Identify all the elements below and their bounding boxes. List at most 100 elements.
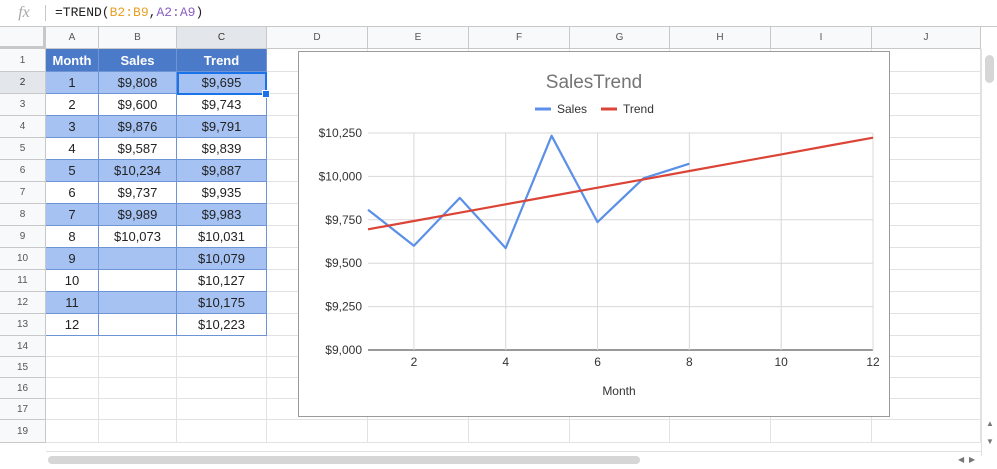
table-cell[interactable]: $9,743 (177, 94, 267, 116)
table-cell[interactable]: $10,234 (99, 160, 177, 182)
row-header-8[interactable]: 8 (0, 204, 46, 226)
table-cell[interactable]: $9,791 (177, 116, 267, 138)
table-cell[interactable]: $9,876 (99, 116, 177, 138)
empty-cell[interactable] (46, 336, 99, 357)
column-header-h[interactable]: H (670, 27, 771, 49)
empty-cell[interactable] (771, 420, 872, 443)
column-header-g[interactable]: G (570, 27, 670, 49)
empty-cell[interactable] (267, 420, 368, 443)
empty-cell[interactable] (99, 399, 177, 420)
scroll-down-icon[interactable]: ▼ (986, 437, 994, 446)
row-header-7[interactable]: 7 (0, 182, 46, 204)
table-cell[interactable]: 10 (46, 270, 99, 292)
table-cell[interactable]: 5 (46, 160, 99, 182)
vertical-scrollbar[interactable]: ▲ ▼ (981, 49, 997, 456)
table-cell[interactable]: $9,808 (99, 72, 177, 94)
table-cell[interactable]: $9,587 (99, 138, 177, 160)
table-cell[interactable]: $10,127 (177, 270, 267, 292)
table-header-cell[interactable]: Month (46, 49, 99, 72)
row-header-2[interactable]: 2 (0, 72, 46, 94)
table-cell[interactable]: $9,737 (99, 182, 177, 204)
empty-cell[interactable] (177, 378, 267, 399)
empty-cell[interactable] (46, 357, 99, 378)
table-cell[interactable] (99, 292, 177, 314)
table-cell[interactable]: $9,935 (177, 182, 267, 204)
empty-cell[interactable] (670, 420, 771, 443)
fill-handle[interactable] (262, 90, 270, 98)
series-line-trend[interactable] (367, 136, 874, 231)
table-cell[interactable]: 12 (46, 314, 99, 336)
vertical-scroll-thumb[interactable] (985, 55, 994, 83)
empty-cell[interactable] (46, 420, 99, 443)
horizontal-scroll-thumb[interactable] (48, 456, 640, 464)
empty-cell[interactable] (177, 357, 267, 378)
scroll-right-icon[interactable]: ▶ (969, 455, 975, 464)
empty-cell[interactable] (177, 336, 267, 357)
row-header-4[interactable]: 4 (0, 116, 46, 138)
table-cell[interactable]: 1 (46, 72, 99, 94)
row-header-13[interactable]: 13 (0, 314, 46, 336)
table-cell[interactable]: $10,079 (177, 248, 267, 270)
table-cell[interactable]: $9,839 (177, 138, 267, 160)
scroll-up-icon[interactable]: ▲ (986, 419, 994, 428)
table-cell[interactable]: 7 (46, 204, 99, 226)
horizontal-scrollbar[interactable]: ◀ ▶ (46, 451, 981, 469)
empty-cell[interactable] (872, 420, 981, 443)
select-all-corner[interactable] (0, 27, 46, 49)
table-cell[interactable]: $9,695 (177, 72, 267, 94)
column-header-c[interactable]: C (177, 27, 267, 49)
row-header-15[interactable]: 15 (0, 357, 46, 378)
row-header-5[interactable]: 5 (0, 138, 46, 160)
table-cell[interactable]: $10,031 (177, 226, 267, 248)
table-cell[interactable]: $10,073 (99, 226, 177, 248)
row-header-9[interactable]: 9 (0, 226, 46, 248)
row-header-1[interactable]: 1 (0, 49, 46, 72)
row-header-10[interactable]: 10 (0, 248, 46, 270)
empty-cell[interactable] (99, 336, 177, 357)
table-header-cell[interactable]: Sales (99, 49, 177, 72)
table-cell[interactable]: 9 (46, 248, 99, 270)
formula-input[interactable]: =TREND(B2:B9,A2:A9) (55, 5, 203, 21)
column-header-i[interactable]: I (771, 27, 872, 49)
table-cell[interactable] (99, 270, 177, 292)
series-line-sales[interactable] (367, 134, 690, 250)
table-cell[interactable] (99, 314, 177, 336)
row-header-17[interactable]: 17 (0, 399, 46, 420)
empty-cell[interactable] (99, 378, 177, 399)
column-header-e[interactable]: E (368, 27, 469, 49)
column-header-f[interactable]: F (469, 27, 570, 49)
table-cell[interactable]: $10,223 (177, 314, 267, 336)
empty-cell[interactable] (46, 399, 99, 420)
table-cell[interactable]: 8 (46, 226, 99, 248)
table-cell[interactable]: 11 (46, 292, 99, 314)
row-header-19[interactable]: 19 (0, 420, 46, 443)
row-header-14[interactable]: 14 (0, 336, 46, 357)
table-cell[interactable]: $10,175 (177, 292, 267, 314)
empty-cell[interactable] (469, 420, 570, 443)
sales-trend-chart[interactable]: SalesTrend Sales Trend $9,000 $9,250 $9,50… (298, 51, 890, 417)
empty-cell[interactable] (177, 420, 267, 443)
table-header-cell[interactable]: Trend (177, 49, 267, 72)
table-cell[interactable]: $9,600 (99, 94, 177, 116)
column-header-a[interactable]: A (46, 27, 99, 49)
empty-cell[interactable] (99, 357, 177, 378)
table-cell[interactable]: 4 (46, 138, 99, 160)
row-header-11[interactable]: 11 (0, 270, 46, 292)
empty-cell[interactable] (46, 378, 99, 399)
row-header-6[interactable]: 6 (0, 160, 46, 182)
table-cell[interactable]: 6 (46, 182, 99, 204)
table-cell[interactable]: $9,983 (177, 204, 267, 226)
row-header-12[interactable]: 12 (0, 292, 46, 314)
empty-cell[interactable] (99, 420, 177, 443)
table-cell[interactable]: $9,989 (99, 204, 177, 226)
column-header-b[interactable]: B (99, 27, 177, 49)
scroll-left-icon[interactable]: ◀ (958, 455, 964, 464)
table-cell[interactable] (99, 248, 177, 270)
column-header-d[interactable]: D (267, 27, 368, 49)
table-cell[interactable]: 2 (46, 94, 99, 116)
table-cell[interactable]: $9,887 (177, 160, 267, 182)
empty-cell[interactable] (570, 420, 670, 443)
row-header-3[interactable]: 3 (0, 94, 46, 116)
row-header-16[interactable]: 16 (0, 378, 46, 399)
empty-cell[interactable] (368, 420, 469, 443)
